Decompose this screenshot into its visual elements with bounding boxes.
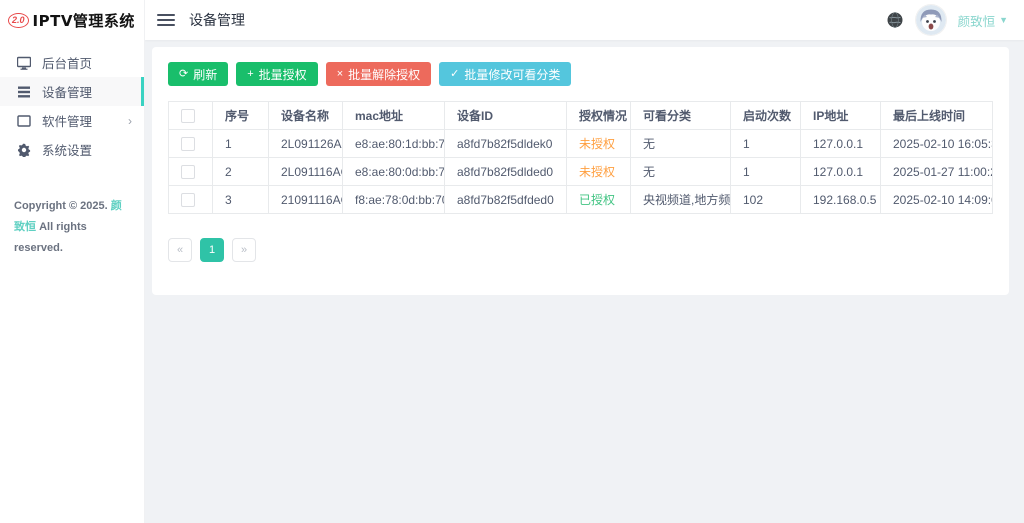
pagination: « 1 » [168, 238, 993, 262]
column-header-ip: IP地址 [801, 102, 881, 130]
cell-ip: 127.0.0.1 [801, 130, 881, 158]
app-root: 2.0 IPTV管理系统 后台首页 设备管理 软件管理 › [0, 0, 1024, 523]
cell-ip: 127.0.0.1 [801, 158, 881, 186]
logo-version-badge: 2.0 [8, 13, 29, 28]
refresh-icon: ⟳ [179, 69, 188, 80]
sidebar-item-label: 设备管理 [42, 82, 92, 101]
column-header-mac: mac地址 [343, 102, 445, 130]
cell-boot-count: 102 [731, 186, 801, 214]
topbar: 设备管理 颜致恒 ▼ [145, 0, 1024, 40]
status-badge: 已授权 [567, 186, 631, 214]
table-header-row: 序号 设备名称 mac地址 设备ID 授权情况 可看分类 启动次数 IP地址 最… [169, 102, 993, 130]
sidebar-item-software[interactable]: 软件管理 › [0, 106, 144, 135]
toolbar: ⟳ 刷新 + 批量授权 × 批量解除授权 ✓ 批量修改可看分类 [168, 62, 993, 86]
copyright-prefix: Copyright © 2025. [14, 200, 108, 212]
cell-device-name: 2L091126AC [269, 130, 343, 158]
cell-last-online: 2025-02-10 14:09:02 [881, 186, 993, 214]
column-header-device-id: 设备ID [445, 102, 567, 130]
batch-deauthorize-label: 批量解除授权 [348, 66, 420, 83]
user-menu[interactable]: 颜致恒 ▼ [958, 11, 1008, 30]
row-checkbox[interactable] [181, 193, 195, 207]
cell-categories: 无 [631, 158, 731, 186]
content-area: ⟳ 刷新 + 批量授权 × 批量解除授权 ✓ 批量修改可看分类 [145, 40, 1024, 523]
cell-mac: f8:ae:78:0d:bb:70 [343, 186, 445, 214]
batch-deauthorize-button[interactable]: × 批量解除授权 [326, 62, 431, 86]
sidebar-item-dashboard[interactable]: 后台首页 [0, 48, 144, 77]
column-header-auth: 授权情况 [567, 102, 631, 130]
sidebar: 2.0 IPTV管理系统 后台首页 设备管理 软件管理 › [0, 0, 145, 523]
cell-last-online: 2025-02-10 16:05:35 [881, 130, 993, 158]
cell-ip: 192.168.0.5 [801, 186, 881, 214]
chevron-right-icon: › [128, 114, 132, 128]
batch-authorize-label: 批量授权 [259, 66, 307, 83]
refresh-label: 刷新 [193, 66, 217, 83]
cell-index: 2 [213, 158, 269, 186]
cell-device-name: 21091116AC [269, 186, 343, 214]
username: 颜致恒 [958, 11, 996, 30]
batch-modify-category-label: 批量修改可看分类 [464, 66, 560, 83]
copyright-text: Copyright © 2025. 颜致恒 All rights reserve… [0, 196, 144, 259]
gear-icon [17, 143, 31, 157]
table-row: 3 21091116AC f8:ae:78:0d:bb:70 a8fd7b82f… [169, 186, 993, 214]
window-icon [17, 114, 31, 128]
topbar-right: 颜致恒 ▼ [886, 5, 1008, 35]
column-header-boot-count: 启动次数 [731, 102, 801, 130]
page-title: 设备管理 [189, 10, 245, 30]
cell-mac: e8:ae:80:1d:bb:70 [343, 130, 445, 158]
cell-boot-count: 1 [731, 158, 801, 186]
sidebar-menu: 后台首页 设备管理 软件管理 › 系统设置 [0, 48, 144, 164]
pagination-prev-button[interactable]: « [168, 238, 192, 262]
logo[interactable]: 2.0 IPTV管理系统 [0, 0, 144, 40]
row-checkbox[interactable] [181, 137, 195, 151]
cell-boot-count: 1 [731, 130, 801, 158]
close-icon: × [337, 69, 343, 80]
main-column: 设备管理 颜致恒 ▼ ⟳ 刷新 [145, 0, 1024, 523]
plus-icon: + [247, 69, 253, 80]
sidebar-item-settings[interactable]: 系统设置 [0, 135, 144, 164]
batch-modify-category-button[interactable]: ✓ 批量修改可看分类 [439, 62, 571, 86]
cell-categories: 央视频道,地方频道 [631, 186, 731, 214]
pagination-page-1-button[interactable]: 1 [200, 238, 224, 262]
cell-device-name: 2L091116AC [269, 158, 343, 186]
select-all-checkbox[interactable] [181, 109, 195, 123]
refresh-button[interactable]: ⟳ 刷新 [168, 62, 228, 86]
sidebar-item-label: 软件管理 [42, 111, 92, 130]
status-badge: 未授权 [567, 130, 631, 158]
cell-device-id: a8fd7b82f5dfded0 [445, 186, 567, 214]
check-icon: ✓ [450, 69, 459, 80]
device-management-card: ⟳ 刷新 + 批量授权 × 批量解除授权 ✓ 批量修改可看分类 [152, 47, 1009, 295]
sidebar-item-devices[interactable]: 设备管理 [0, 77, 144, 106]
avatar[interactable] [916, 5, 946, 35]
column-header-index: 序号 [213, 102, 269, 130]
table-row: 2 2L091116AC e8:ae:80:0d:bb:70 a8fd7b82f… [169, 158, 993, 186]
column-header-categories: 可看分类 [631, 102, 731, 130]
batch-authorize-button[interactable]: + 批量授权 [236, 62, 317, 86]
cell-device-id: a8fd7b82f5dlded0 [445, 158, 567, 186]
cell-mac: e8:ae:80:0d:bb:70 [343, 158, 445, 186]
column-header-last-online: 最后上线时间 [881, 102, 993, 130]
device-table: 序号 设备名称 mac地址 设备ID 授权情况 可看分类 启动次数 IP地址 最… [168, 101, 993, 214]
pagination-next-button[interactable]: » [232, 238, 256, 262]
cell-categories: 无 [631, 130, 731, 158]
cell-last-online: 2025-01-27 11:00:21 [881, 158, 993, 186]
logo-text: IPTV管理系统 [33, 10, 135, 31]
globe-icon[interactable] [886, 11, 904, 29]
list-icon [17, 85, 31, 99]
column-header-device-name: 设备名称 [269, 102, 343, 130]
row-checkbox[interactable] [181, 165, 195, 179]
chevron-down-icon: ▼ [999, 15, 1008, 25]
sidebar-item-label: 后台首页 [42, 53, 92, 72]
cell-index: 3 [213, 186, 269, 214]
hamburger-menu-icon[interactable] [157, 11, 175, 29]
status-badge: 未授权 [567, 158, 631, 186]
cell-index: 1 [213, 130, 269, 158]
table-row: 1 2L091126AC e8:ae:80:1d:bb:70 a8fd7b82f… [169, 130, 993, 158]
monitor-icon [17, 56, 31, 70]
sidebar-item-label: 系统设置 [42, 140, 92, 159]
cell-device-id: a8fd7b82f5dldek0 [445, 130, 567, 158]
